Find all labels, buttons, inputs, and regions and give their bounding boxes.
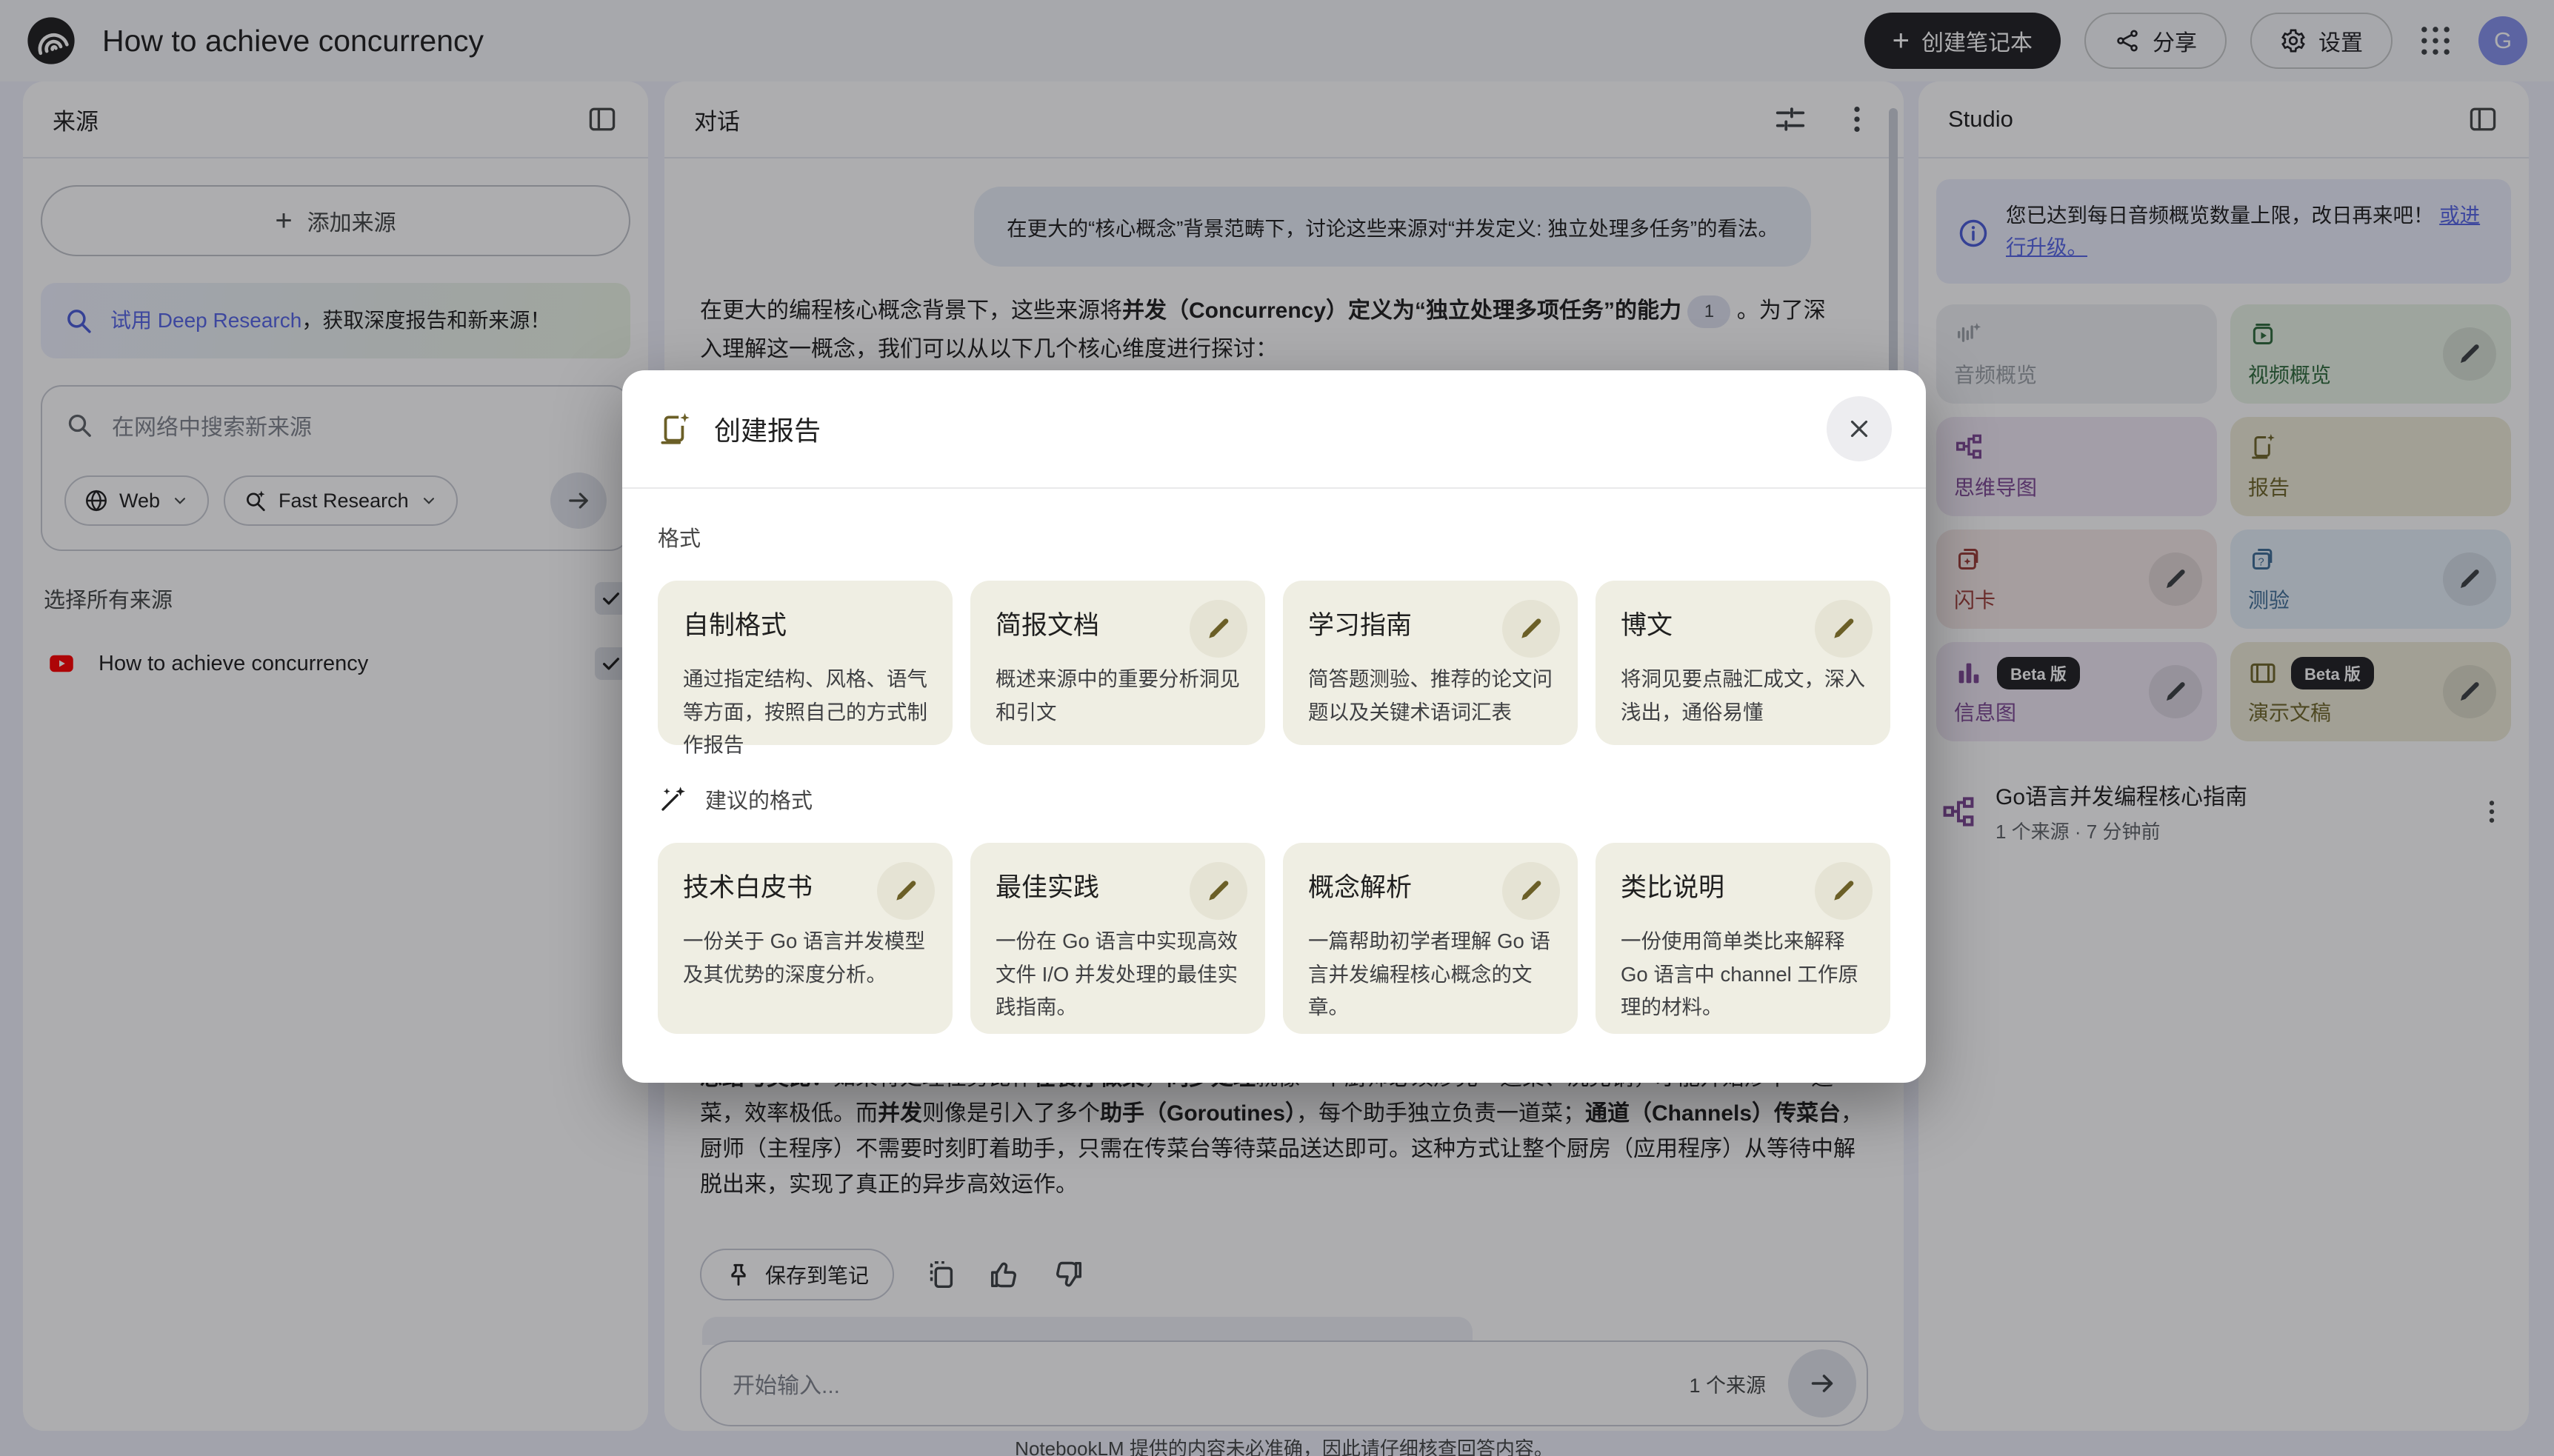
- magic-wand-icon: [658, 784, 689, 815]
- suggested-format-card-desc: 一份关于 Go 语言并发模型及其优势的深度分析。: [683, 925, 927, 991]
- report-icon: [656, 410, 693, 447]
- format-card[interactable]: 博文将洞见要点融汇成文，深入浅出，通俗易懂: [1596, 581, 1890, 745]
- suggested-format-card-desc: 一篇帮助初学者理解 Go 语言并发编程核心概念的文章。: [1308, 925, 1553, 1024]
- pencil-icon: [1517, 615, 1545, 643]
- format-card[interactable]: 学习指南简答题测验、推荐的论文问题以及关键术语词汇表: [1283, 581, 1578, 745]
- pencil-icon: [1517, 877, 1545, 905]
- create-report-modal: 创建报告 格式 自制格式通过指定结构、风格、语气等方面，按照自己的方式制作报告简…: [622, 370, 1926, 1083]
- formats-section-label: 格式: [658, 521, 1890, 552]
- edit-format-button[interactable]: [1502, 862, 1560, 920]
- pencil-icon: [1830, 877, 1858, 905]
- format-card-desc: 概述来源中的重要分析洞见和引文: [996, 663, 1240, 729]
- pencil-icon: [1830, 615, 1858, 643]
- modal-title: 创建报告: [714, 410, 821, 448]
- suggested-format-card[interactable]: 类比说明一份使用简单类比来解释 Go 语言中 channel 工作原理的材料。: [1596, 843, 1890, 1034]
- edit-format-button[interactable]: [1502, 600, 1560, 658]
- close-icon: [1845, 415, 1873, 443]
- pencil-icon: [1204, 877, 1233, 905]
- format-card-desc: 将洞见要点融汇成文，深入浅出，通俗易懂: [1621, 663, 1865, 729]
- format-card-grid: 自制格式通过指定结构、风格、语气等方面，按照自己的方式制作报告简报文档概述来源中…: [658, 581, 1890, 745]
- edit-format-button[interactable]: [1190, 600, 1247, 658]
- edit-format-button[interactable]: [1815, 600, 1873, 658]
- format-card[interactable]: 简报文档概述来源中的重要分析洞见和引文: [970, 581, 1265, 745]
- suggested-section-label: 建议的格式: [705, 784, 813, 815]
- suggested-format-card-desc: 一份在 Go 语言中实现高效文件 I/O 并发处理的最佳实践指南。: [996, 925, 1240, 1024]
- suggested-card-grid: 技术白皮书一份关于 Go 语言并发模型及其优势的深度分析。最佳实践一份在 Go …: [658, 843, 1890, 1034]
- edit-format-button[interactable]: [877, 862, 935, 920]
- close-modal-button[interactable]: [1827, 396, 1892, 461]
- suggested-format-card[interactable]: 概念解析一篇帮助初学者理解 Go 语言并发编程核心概念的文章。: [1283, 843, 1578, 1034]
- format-card-desc: 通过指定结构、风格、语气等方面，按照自己的方式制作报告: [683, 663, 927, 762]
- pencil-icon: [892, 877, 920, 905]
- edit-format-button[interactable]: [1815, 862, 1873, 920]
- format-card-desc: 简答题测验、推荐的论文问题以及关键术语词汇表: [1308, 663, 1553, 729]
- edit-format-button[interactable]: [1190, 862, 1247, 920]
- pencil-icon: [1204, 615, 1233, 643]
- suggested-format-card[interactable]: 最佳实践一份在 Go 语言中实现高效文件 I/O 并发处理的最佳实践指南。: [970, 843, 1265, 1034]
- format-card-title: 自制格式: [683, 604, 927, 642]
- notebooklm-app: How to achieve concurrency + 创建笔记本 分享 设置…: [0, 0, 2554, 1456]
- suggested-format-card-desc: 一份使用简单类比来解释 Go 语言中 channel 工作原理的材料。: [1621, 925, 1865, 1024]
- suggested-format-card[interactable]: 技术白皮书一份关于 Go 语言并发模型及其优势的深度分析。: [658, 843, 953, 1034]
- format-card[interactable]: 自制格式通过指定结构、风格、语气等方面，按照自己的方式制作报告: [658, 581, 953, 745]
